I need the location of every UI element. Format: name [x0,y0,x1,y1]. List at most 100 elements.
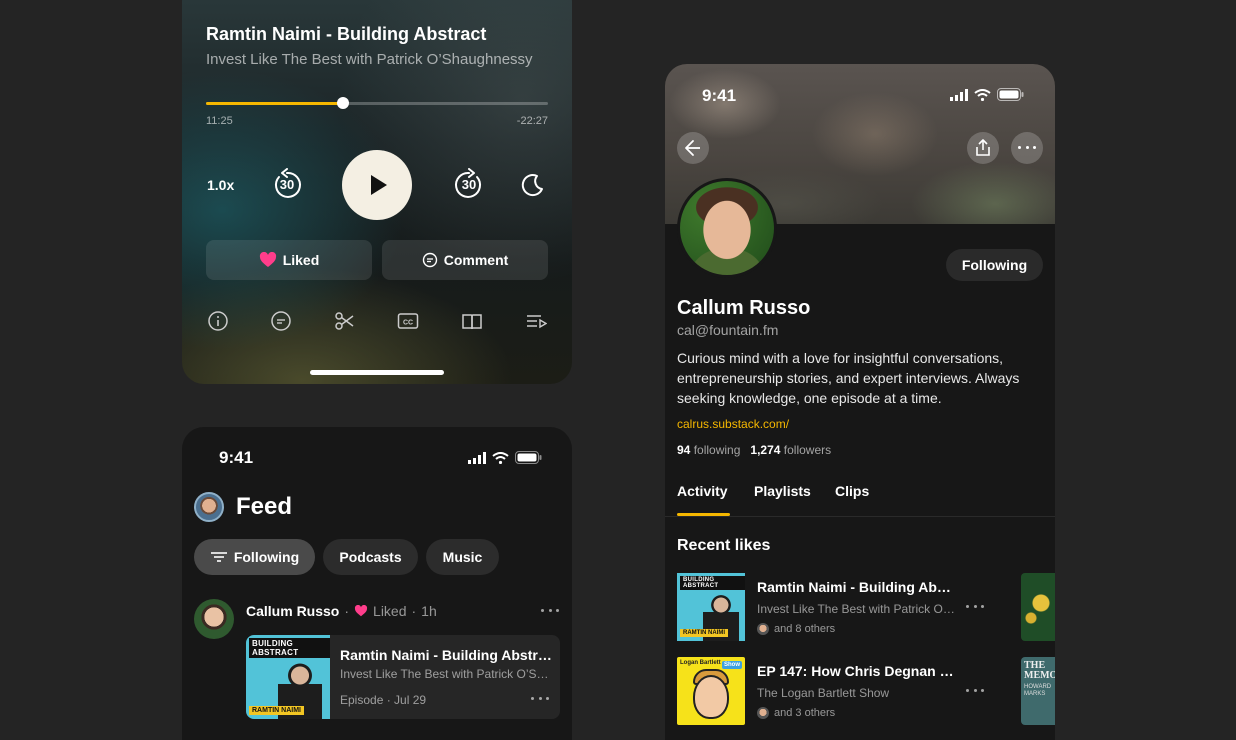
profile-name: Callum Russo [677,297,811,319]
skip-back-seconds: 30 [279,177,295,192]
following-button[interactable]: Following [946,249,1043,281]
artwork-guest: RAMTIN NAIMI [680,629,728,637]
episode-meta: Episode · Jul 29 [340,693,427,707]
progress-handle[interactable] [336,97,349,109]
skip-back-button[interactable]: 30 [270,168,304,202]
tab-activity[interactable]: Activity [677,483,728,499]
feed-screen: 9:41 Feed Following Podcasts Music Callu… [182,427,572,740]
share-button[interactable] [967,132,999,164]
elapsed-time: 11:25 [206,115,233,127]
home-indicator [310,370,444,375]
now-playing-panel: Ramtin Naimi - Building Abstract Invest … [182,0,572,384]
comment-label: Comment [443,252,509,268]
page-title: Feed [236,493,293,520]
post-user[interactable]: Callum Russo [246,603,339,619]
episode-artwork: BUILDING ABSTRACT RAMTIN NAIMI [677,573,745,641]
skip-forward-button[interactable]: 30 [452,168,486,202]
heart-icon [259,252,276,267]
list-item[interactable]: Logan Bartlett Show EP 147: How Chris De… [677,657,997,725]
post-action: Liked [373,603,407,619]
liked-label: Liked [282,252,320,268]
show-name: Invest Like The Best with Patrick O’Shau… [206,51,533,68]
liked-button[interactable]: Liked [206,240,372,280]
post-header: Callum Russo · Liked · 1h [246,603,437,619]
like-title: Ramtin Naimi - Building Abstract [757,579,957,595]
progress-fill [206,102,343,105]
tab-playlists[interactable]: Playlists [754,483,811,499]
episode-title: Ramtin Naimi - Building Abstract [206,24,487,44]
artwork-title: BUILDING ABSTRACT [680,576,745,590]
item-more-icon[interactable] [966,605,984,609]
captions-button[interactable]: CC [397,310,419,332]
section-title: Recent likes [677,537,771,554]
clip-button[interactable] [334,310,356,332]
following-count[interactable]: 94 [677,443,690,457]
profile-stats: 94 following 1,274 followers [677,443,831,457]
episode-card[interactable]: BUILDING ABSTRACT RAMTIN NAIMI Ramtin Na… [246,635,560,719]
post-avatar[interactable] [194,599,234,639]
followers-label[interactable]: followers [784,443,831,457]
others-count: and 8 others [774,623,836,635]
profile-bio: Curious mind with a love for insightful … [677,350,1020,406]
artwork-author: HOWARD MARKS [1024,684,1052,697]
episode-artwork[interactable]: THE MEMO HOWARD MARKS [1021,657,1055,725]
episode-artwork[interactable] [1021,573,1055,641]
item-more-icon[interactable] [966,689,984,693]
chip-label: Following [233,549,300,565]
moon-icon [521,174,543,197]
profile-link[interactable]: calrus.substack.com/ [677,417,789,431]
skip-forward-seconds: 30 [461,177,477,192]
comments-button[interactable] [270,310,292,332]
status-icons [950,88,1024,101]
battery-icon [997,88,1024,101]
profile-email: cal@fountain.fm [677,322,779,338]
closed-captions-icon: CC [397,313,419,329]
comment-icon [422,252,437,268]
following-label[interactable]: following [694,443,741,457]
wifi-icon [492,451,509,464]
post-age: 1h [421,603,437,619]
wifi-icon [974,88,991,101]
liker-avatar [757,623,769,635]
progress-bar[interactable] [206,97,548,109]
user-avatar[interactable] [194,492,224,522]
filter-chip-following[interactable]: Following [194,539,315,575]
comment-button[interactable]: Comment [382,240,548,280]
followers-count[interactable]: 1,274 [750,443,780,457]
episode-more-icon[interactable] [531,697,549,701]
info-icon [208,311,228,331]
status-time: 9:41 [219,448,254,467]
tab-clips[interactable]: Clips [835,483,869,499]
list-item[interactable]: BUILDING ABSTRACT RAMTIN NAIMI Ramtin Na… [677,573,997,641]
like-show: The Logan Bartlett Show [757,686,890,700]
back-button[interactable] [677,132,709,164]
artwork-title: BUILDING ABSTRACT [249,638,330,658]
playlist-icon [527,315,548,329]
transcript-button[interactable] [461,310,483,332]
svg-text:CC: CC [403,320,413,327]
cellular-signal-icon [950,88,968,101]
separator: · [411,603,417,619]
arrow-left-icon [685,140,700,156]
artwork-guest: RAMTIN NAIMI [249,706,304,715]
play-button[interactable] [342,150,412,220]
episode-title: Ramtin Naimi - Building Abstract [340,647,552,663]
sleep-timer-button[interactable] [520,172,546,198]
queue-button[interactable] [525,310,548,332]
playback-speed-button[interactable]: 1.0x [207,177,234,193]
status-time: 9:41 [702,86,737,105]
more-options-button[interactable] [1011,132,1043,164]
artwork-face [693,675,729,719]
filter-chip-podcasts[interactable]: Podcasts [323,539,418,575]
book-icon [462,314,482,330]
liker-avatar [757,707,769,719]
heart-icon [355,605,368,617]
like-others: and 3 others [757,707,835,719]
remaining-time: -22:27 [516,115,548,127]
divider [665,516,1055,517]
filter-icon [210,552,227,562]
battery-icon [515,451,542,464]
post-more-icon[interactable] [541,609,559,613]
info-button[interactable] [207,310,229,332]
filter-chip-music[interactable]: Music [426,539,499,575]
